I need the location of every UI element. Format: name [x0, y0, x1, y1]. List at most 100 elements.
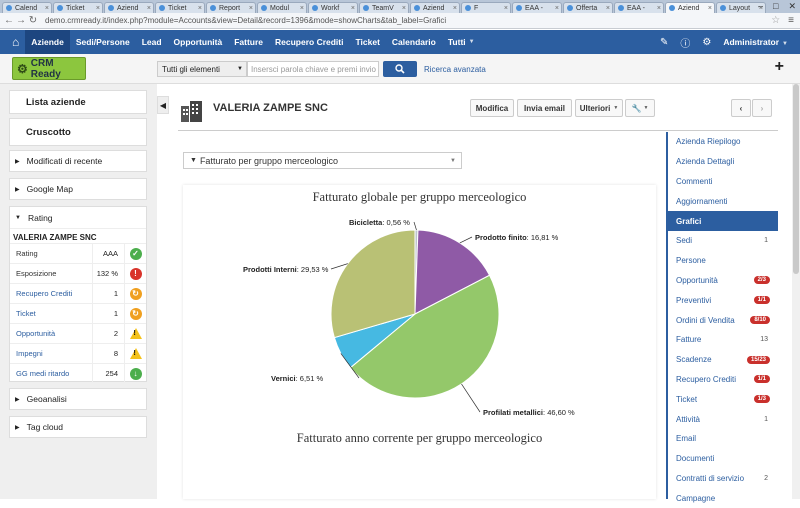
tab-documenti[interactable]: Documenti	[668, 449, 778, 469]
nav-fatture[interactable]: Fatture	[228, 30, 269, 54]
rating-label[interactable]: Recupero Crediti	[10, 289, 92, 298]
chart-type-select[interactable]: ▼ Fatturato per gruppo merceologico ▼	[183, 152, 462, 169]
previous-record-button[interactable]: ‹	[731, 99, 751, 117]
modifica-button[interactable]: Modifica	[470, 99, 514, 117]
tab-persone[interactable]: Persone	[668, 251, 778, 271]
section-tag-cloud[interactable]: ▶ Tag cloud	[9, 416, 147, 438]
forward-icon[interactable]: →	[15, 15, 27, 26]
tab-close-icon[interactable]: ×	[351, 5, 355, 12]
search-input[interactable]: Insersci parola chiave e premi invio	[247, 61, 379, 77]
section-google-map[interactable]: ▶ Google Map	[9, 178, 147, 200]
rating-label[interactable]: Impegni	[10, 349, 92, 358]
tab-azienda-dettagli[interactable]: Azienda Dettagli	[668, 152, 778, 172]
tab-campagne[interactable]: Campagne	[668, 488, 778, 508]
nav-sedi-persone[interactable]: Sedi/Persone	[70, 30, 136, 54]
browser-tab[interactable]: Report ×	[206, 2, 256, 13]
minimize-icon[interactable]: –	[758, 1, 763, 12]
home-icon[interactable]: ⌂	[6, 30, 25, 54]
rating-label[interactable]: GG medi ritardo	[10, 369, 92, 378]
browser-tab[interactable]: TeamV ×	[359, 2, 409, 13]
tab-fatture[interactable]: Fatture 13	[668, 330, 778, 350]
tab-ticket[interactable]: Ticket 1/3	[668, 389, 778, 409]
browser-tab[interactable]: EAA - ×	[614, 2, 664, 13]
section-geoanalisi[interactable]: ▶ Geoanalisi	[9, 388, 147, 410]
nav-opportunita[interactable]: Opportunità	[168, 30, 229, 54]
tab-recupero-crediti[interactable]: Recupero Crediti 1/1	[668, 370, 778, 390]
nav-lead[interactable]: Lead	[136, 30, 168, 54]
scrollbar-thumb[interactable]	[793, 84, 799, 274]
rating-label[interactable]: Ticket	[10, 309, 92, 318]
browser-menu-icon[interactable]: ≡	[788, 15, 794, 26]
tab-contratti-di-servizio[interactable]: Contratti di servizio 2	[668, 469, 778, 489]
tab-label: Grafici	[676, 216, 702, 226]
tab-grafici[interactable]: Grafici	[668, 211, 778, 231]
tab-close-icon[interactable]: ×	[45, 5, 49, 12]
page-scrollbar[interactable]	[792, 84, 800, 499]
browser-tab[interactable]: Ticket ×	[155, 2, 205, 13]
tab-close-icon[interactable]: ×	[606, 5, 610, 12]
browser-tab[interactable]: Aziend ×	[665, 2, 715, 13]
close-window-icon[interactable]: ✕	[788, 1, 796, 12]
browser-tab[interactable]: F ×	[461, 2, 511, 13]
section-rating[interactable]: ▼ Rating	[10, 207, 146, 229]
module-filter-select[interactable]: Tutti gli elementi ▼	[157, 61, 247, 77]
tab-commenti[interactable]: Commenti	[668, 172, 778, 192]
browser-tab[interactable]: Modul ×	[257, 2, 307, 13]
tab-ordini-di-vendita[interactable]: Ordini di Vendita 8/10	[668, 310, 778, 330]
nav-tutti[interactable]: Tutti ▼	[442, 30, 481, 54]
cruscotto-link[interactable]: Cruscotto	[9, 118, 147, 146]
advanced-search-link[interactable]: Ricerca avanzata	[424, 65, 486, 74]
browser-tab[interactable]: EAA - ×	[512, 2, 562, 13]
tab-sedi[interactable]: Sedi 1	[668, 231, 778, 251]
url-input[interactable]: demo.crmready.it/index.php?module=Accoun…	[45, 16, 446, 25]
nav-aziende[interactable]: Aziende	[25, 30, 70, 54]
tab-close-icon[interactable]: ×	[657, 5, 661, 12]
browser-tab[interactable]: Offerta ×	[563, 2, 613, 13]
tab-close-icon[interactable]: ×	[453, 5, 457, 12]
browser-tab[interactable]: Calend ×	[2, 2, 52, 13]
brush-icon[interactable]: ✎	[660, 37, 668, 48]
nav-ticket[interactable]: Ticket	[350, 30, 386, 54]
tools-button[interactable]: 🔧 ▼	[625, 99, 655, 117]
bookmark-star-icon[interactable]: ☆	[771, 15, 780, 26]
search-button[interactable]	[383, 61, 417, 77]
section-modificati-di-recente[interactable]: ▶ Modificati di recente	[9, 150, 147, 172]
info-icon[interactable]: ⓘ	[680, 35, 690, 50]
tab-opportunit-[interactable]: Opportunità 2/3	[668, 271, 778, 291]
nav-recupero-crediti[interactable]: Recupero Crediti	[269, 30, 350, 54]
tab-close-icon[interactable]: ×	[249, 5, 253, 12]
ulteriori-button[interactable]: Ulteriori ▼	[575, 99, 623, 117]
collapse-sidebar-button[interactable]: ◀	[157, 96, 169, 114]
tab-preventivi[interactable]: Preventivi 1/1	[668, 290, 778, 310]
nav-calendario[interactable]: Calendario	[386, 30, 442, 54]
browser-tab[interactable]: Aziend ×	[104, 2, 154, 13]
browser-tab[interactable]: Workf ×	[308, 2, 358, 13]
rating-label[interactable]: Opportunità	[10, 329, 92, 338]
user-menu[interactable]: Administrator ▼	[723, 37, 788, 47]
invia-email-button[interactable]: Invia email	[517, 99, 572, 117]
gear-icon[interactable]: ⚙	[702, 37, 711, 48]
next-record-button[interactable]: ›	[752, 99, 772, 117]
lista-aziende-link[interactable]: Lista aziende	[9, 90, 147, 114]
tab-close-icon[interactable]: ×	[198, 5, 202, 12]
tab-close-icon[interactable]: ×	[96, 5, 100, 12]
tab-aggiornamenti[interactable]: Aggiornamenti	[668, 191, 778, 211]
tab-azienda-riepilogo[interactable]: Azienda Riepilogo	[668, 132, 778, 152]
tab-close-icon[interactable]: ×	[555, 5, 559, 12]
tab-attivit-[interactable]: Attività 1	[668, 409, 778, 429]
pie-chart-global: Bicicletta: 0,56 % Prodotto finito: 16,81…	[243, 218, 575, 417]
maximize-icon[interactable]: □	[773, 1, 778, 12]
quick-create-icon[interactable]: +	[775, 58, 784, 76]
reload-icon[interactable]: ↻	[27, 15, 39, 26]
crm-logo[interactable]: ⚙ CRM Ready	[12, 57, 86, 80]
browser-tab[interactable]: Aziend ×	[410, 2, 460, 13]
tab-close-icon[interactable]: ×	[147, 5, 151, 12]
tab-close-icon[interactable]: ×	[300, 5, 304, 12]
tab-scadenze[interactable]: Scadenze 15/23	[668, 350, 778, 370]
tab-close-icon[interactable]: ×	[504, 5, 508, 12]
tab-close-icon[interactable]: ×	[402, 5, 406, 12]
tab-close-icon[interactable]: ×	[708, 5, 712, 12]
back-icon[interactable]: ←	[3, 15, 15, 26]
tab-email[interactable]: Email	[668, 429, 778, 449]
browser-tab[interactable]: Ticket ×	[53, 2, 103, 13]
